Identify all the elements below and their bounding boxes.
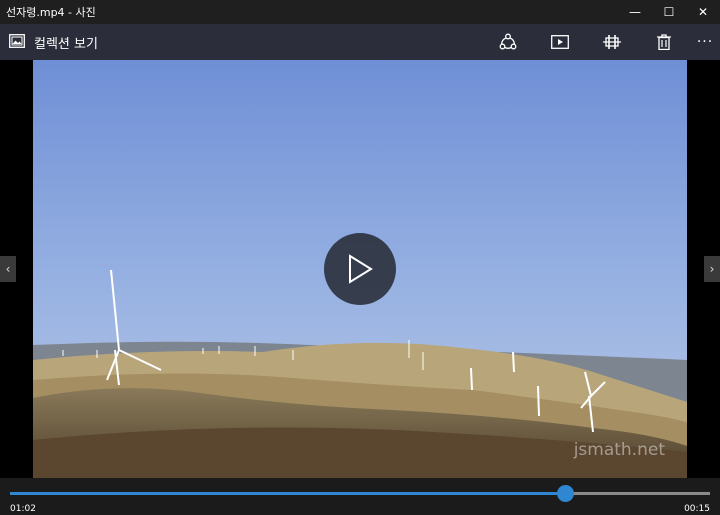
window-title: 선자령.mp4 - 사진 [6, 6, 96, 19]
delete-button[interactable] [647, 24, 681, 60]
watermark-text: jsmath.net [573, 440, 665, 460]
trim-icon [603, 35, 621, 49]
more-options-button[interactable]: ··· [690, 24, 720, 60]
slideshow-icon [551, 35, 569, 49]
view-collection-button[interactable]: 컬렉션 보기 [0, 24, 98, 60]
playback-controls: 01:02 00:15 [0, 478, 720, 515]
share-button[interactable] [491, 24, 525, 60]
play-icon [349, 254, 373, 284]
slideshow-button[interactable] [543, 24, 577, 60]
delete-icon [657, 34, 671, 50]
remaining-time: 00:15 [684, 504, 710, 514]
current-time: 01:02 [10, 504, 36, 514]
share-icon [499, 33, 517, 50]
collection-label: 컬렉션 보기 [34, 36, 98, 52]
next-item-button[interactable]: › [704, 256, 720, 282]
trim-button[interactable] [595, 24, 629, 60]
title-bar: 선자령.mp4 - 사진 — ☐ ✕ [0, 0, 720, 24]
app-toolbar: 컬렉션 보기 ··· [0, 24, 720, 60]
play-button[interactable] [324, 233, 396, 305]
seek-track[interactable] [10, 485, 710, 502]
previous-item-button[interactable]: ‹ [0, 256, 16, 282]
seek-thumb[interactable] [557, 485, 575, 502]
media-viewer: jsmath.net ‹ › [0, 60, 720, 515]
collection-icon [9, 33, 25, 52]
seek-progress-fill [10, 492, 566, 495]
maximize-button[interactable]: ☐ [652, 0, 686, 24]
minimize-button[interactable]: — [618, 0, 652, 24]
video-frame[interactable]: jsmath.net [33, 60, 687, 478]
close-button[interactable]: ✕ [686, 0, 720, 24]
